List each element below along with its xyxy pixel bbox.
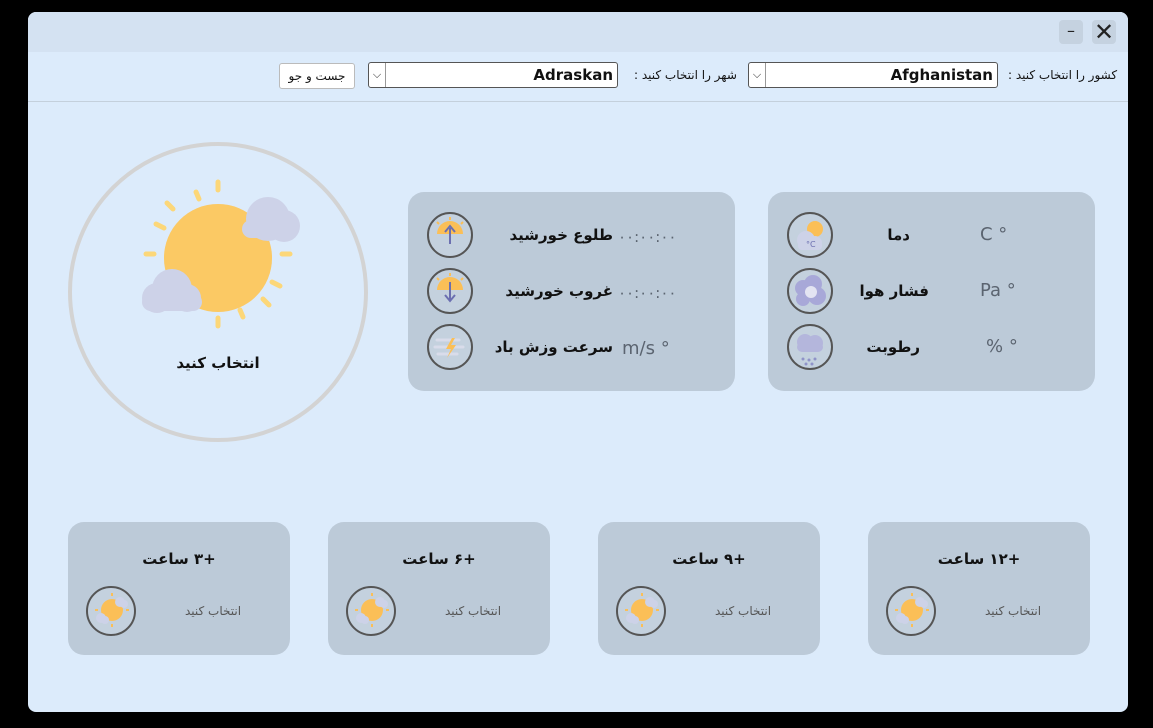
- forecast-label: انتخاب کنید: [184, 604, 242, 618]
- sun-behind-clouds-icon: [86, 586, 136, 636]
- country-select[interactable]: ⌵ Afghanistan: [748, 62, 998, 88]
- pressure-cloud-icon: [787, 268, 833, 314]
- sun-behind-clouds-icon: [616, 586, 666, 636]
- forecast-card-6h: +۶ ساعت انتخاب کنید: [328, 522, 550, 655]
- sun-behind-clouds-icon: [142, 179, 300, 329]
- pressure-label: فشار هوا: [859, 282, 929, 300]
- sunrise-label: طلوع خورشید: [509, 226, 613, 244]
- title-bar: – ✕: [28, 12, 1128, 52]
- forecast-card-3h: +۳ ساعت انتخاب کنید: [68, 522, 290, 655]
- sunset-value: ۰۰:۰۰:۰۰: [618, 284, 677, 302]
- pressure-value: Pa °: [980, 280, 1016, 301]
- minimize-button[interactable]: –: [1059, 20, 1083, 44]
- search-button[interactable]: جست و جو: [279, 63, 355, 89]
- forecast-title: +۶ ساعت: [402, 550, 476, 568]
- current-weather-label: انتخاب کنید: [176, 354, 260, 372]
- atmosphere-panel: C ° دما °C Pa ° فشار هوا % ° رطوبت: [768, 192, 1095, 391]
- humidity-cloud-icon: [787, 324, 833, 370]
- location-toolbar: کشور را انتخاب کنید : ⌵ Afghanistan شهر …: [28, 52, 1128, 102]
- svg-text:°C: °C: [806, 240, 816, 249]
- forecast-label: انتخاب کنید: [984, 604, 1042, 618]
- thermometer-cloud-icon: °C: [787, 212, 833, 258]
- forecast-card-9h: +۹ ساعت انتخاب کنید: [598, 522, 820, 655]
- forecast-label: انتخاب کنید: [444, 604, 502, 618]
- sun-wind-panel: ۰۰:۰۰:۰۰ طلوع خورشید ۰۰:۰۰:۰۰ غروب خورشی…: [408, 192, 735, 391]
- sunrise-icon: [427, 212, 473, 258]
- forecast-title: +۹ ساعت: [672, 550, 746, 568]
- city-value: Adraskan: [533, 66, 613, 84]
- temperature-value: C °: [980, 224, 1008, 245]
- humidity-label: رطوبت: [866, 338, 920, 356]
- sunrise-value: ۰۰:۰۰:۰۰: [618, 228, 677, 246]
- country-label: کشور را انتخاب کنید :: [1008, 68, 1118, 82]
- wind-value: m/s °: [622, 338, 670, 359]
- forecast-card-12h: +۱۲ ساعت انتخاب کنید: [868, 522, 1090, 655]
- sunset-label: غروب خورشید: [505, 282, 613, 300]
- forecast-label: انتخاب کنید: [714, 604, 772, 618]
- wind-icon: [427, 324, 473, 370]
- sun-behind-clouds-icon: [886, 586, 936, 636]
- forecast-title: +۱۲ ساعت: [937, 550, 1021, 568]
- sunset-icon: [427, 268, 473, 314]
- current-weather-circle: انتخاب کنید: [68, 142, 368, 442]
- country-value: Afghanistan: [890, 66, 993, 84]
- city-select[interactable]: ⌵ Adraskan: [368, 62, 618, 88]
- chevron-down-icon: ⌵: [749, 63, 766, 87]
- close-button[interactable]: ✕: [1092, 20, 1116, 44]
- sun-behind-clouds-icon: [346, 586, 396, 636]
- chevron-down-icon: ⌵: [369, 63, 386, 87]
- humidity-value: % °: [986, 336, 1018, 357]
- temperature-label: دما: [887, 226, 910, 244]
- app-window: – ✕ کشور را انتخاب کنید : ⌵ Afghanistan …: [28, 12, 1128, 712]
- wind-label: سرعت وزش باد: [494, 338, 613, 356]
- forecast-title: +۳ ساعت: [142, 550, 216, 568]
- city-label: شهر را انتخاب کنید :: [634, 68, 737, 82]
